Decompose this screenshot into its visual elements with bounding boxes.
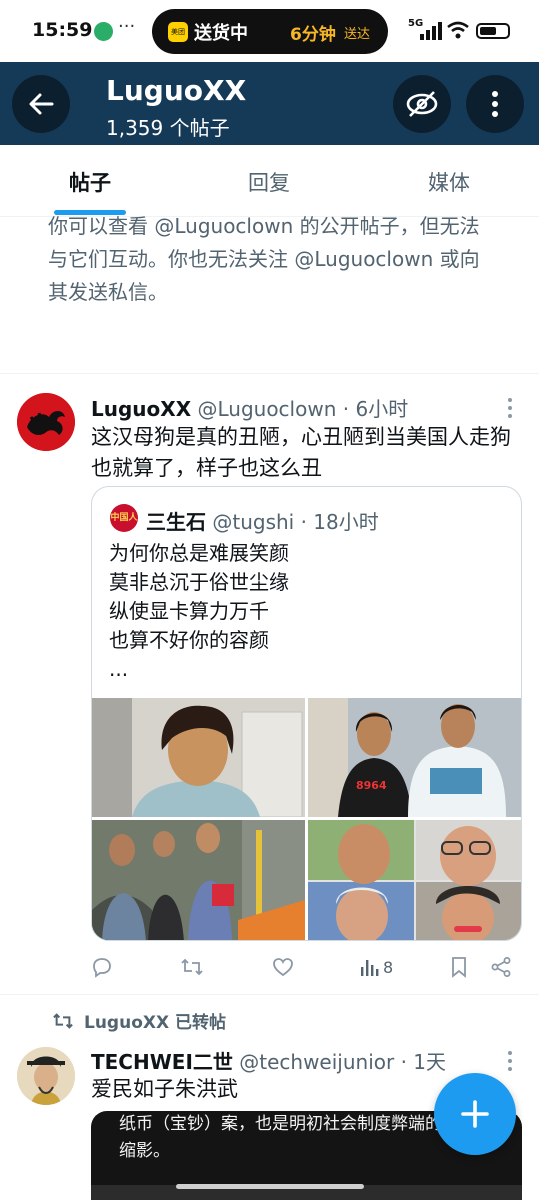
status-bar: 15:59 ··· 美团 送货中 6分钟 送达 5G xyxy=(0,0,539,62)
author-name[interactable]: TECHWEI二世 xyxy=(91,1050,233,1074)
post-count: 1,359 个帖子 xyxy=(106,116,230,140)
battery-icon xyxy=(476,23,510,39)
avatar[interactable] xyxy=(17,393,75,451)
share-icon xyxy=(491,957,511,977)
views-count: 8 xyxy=(383,957,394,977)
quoted-author-handle: @tugshi xyxy=(212,510,295,534)
tweet-more-icon[interactable] xyxy=(507,1051,513,1075)
tweet-time: · 1天 xyxy=(400,1050,447,1074)
repost-context[interactable]: LuguoXX 已转帖 xyxy=(52,1008,226,1033)
media-image[interactable] xyxy=(308,820,521,940)
author-handle[interactable]: @Luguoclown xyxy=(197,397,336,421)
quoted-text: 为何你总是难展笑颜 莫非总沉于俗世尘缘 纵使显卡算力万千 也算不好你的容颜 ..… xyxy=(109,539,509,684)
repost-label: LuguoXX 已转帖 xyxy=(84,1013,227,1033)
delivery-live-activity[interactable]: 美团 送货中 6分钟 送达 xyxy=(152,9,388,54)
system-indicators: 5G xyxy=(408,18,518,42)
shirt-text: 8964 xyxy=(356,779,387,792)
bookmark-button[interactable] xyxy=(449,952,469,982)
tweet-time: · 6小时 xyxy=(342,397,409,421)
home-indicator[interactable] xyxy=(176,1184,364,1189)
delivery-eta: 6分钟 xyxy=(290,25,336,45)
more-vertical-icon xyxy=(492,91,498,117)
media-image[interactable]: 8964 xyxy=(308,698,521,817)
quoted-time: · 18小时 xyxy=(300,510,379,534)
avatar[interactable] xyxy=(17,1047,75,1105)
author-handle[interactable]: @techweijunior xyxy=(239,1050,394,1074)
tweet-header: LuguoXX @Luguoclown · 6小时 xyxy=(91,393,408,422)
meituan-icon: 美团 xyxy=(168,22,188,42)
tweet-header: TECHWEI二世 @techweijunior · 1天 xyxy=(91,1046,446,1075)
quoted-line: 也算不好你的容颜 xyxy=(109,628,269,652)
hidden-content-button[interactable] xyxy=(393,75,451,133)
arrow-left-icon xyxy=(29,93,54,115)
share-button[interactable] xyxy=(490,952,512,982)
tweet-actions: 8 xyxy=(91,952,521,982)
media-grid: 8964 xyxy=(92,698,521,940)
page-title: LuguoXX xyxy=(106,74,247,107)
divider xyxy=(0,373,539,374)
repost-icon xyxy=(181,958,203,976)
compose-post-button[interactable] xyxy=(434,1073,516,1155)
repost-button[interactable] xyxy=(180,952,204,982)
quoted-author-name: 三生石 xyxy=(146,510,206,534)
like-button[interactable] xyxy=(272,952,294,982)
signal-icon xyxy=(420,22,446,40)
dragon-logo-icon xyxy=(17,393,75,451)
tab-replies[interactable]: 回复 xyxy=(248,167,290,197)
profile-header: LuguoXX 1,359 个帖子 xyxy=(0,62,539,145)
media-image[interactable] xyxy=(92,820,305,940)
plus-icon xyxy=(461,1100,489,1128)
tab-media[interactable]: 媒体 xyxy=(428,167,470,197)
status-time: 15:59 xyxy=(32,19,93,41)
heart-icon xyxy=(273,958,293,977)
delivery-eta-suffix: 送达 xyxy=(344,27,371,42)
emperor-portrait-icon xyxy=(17,1047,75,1105)
bookmark-icon xyxy=(452,957,466,978)
tweet-text: 爱民如子朱洪武 xyxy=(91,1077,238,1101)
reply-button[interactable] xyxy=(91,952,113,982)
tweet-more-icon[interactable] xyxy=(507,398,513,422)
quoted-line: 纵使显卡算力万千 xyxy=(109,599,269,623)
quoted-line: 莫非总沉于俗世尘缘 xyxy=(109,570,289,594)
media-caption: 纸币（宝钞）案，也是明初社会制度弊端的典型缩影。 xyxy=(119,1114,476,1161)
wechat-icon xyxy=(94,22,113,41)
media-image[interactable] xyxy=(92,698,305,817)
quoted-header: 三生石 @tugshi · 18小时 xyxy=(146,506,379,535)
profile-tabs: 帖子 回复 媒体 xyxy=(0,145,539,217)
privacy-notice: 你可以查看 @Luguoclown 的公开帖子，但无法与它们互动。你也无法关注 … xyxy=(48,214,480,304)
back-button[interactable] xyxy=(12,75,70,133)
wifi-icon xyxy=(447,21,469,39)
views-icon xyxy=(361,960,379,976)
quoted-tweet[interactable]: 中国人 三生石 @tugshi · 18小时 为何你总是难展笑颜 莫非总沉于俗世… xyxy=(91,486,522,941)
delivery-status: 送货中 xyxy=(194,23,248,44)
views-button[interactable]: 8 xyxy=(359,952,393,982)
tweet-text: 这汉母狗是真的丑陋，心丑陋到当美国人走狗也就算了，样子也这么丑 xyxy=(91,425,511,480)
more-options-button[interactable] xyxy=(466,75,524,133)
quoted-line: ... xyxy=(109,657,129,681)
divider xyxy=(0,994,539,995)
tab-posts[interactable]: 帖子 xyxy=(69,167,111,197)
author-name[interactable]: LuguoXX xyxy=(91,397,191,421)
eye-off-icon xyxy=(406,91,438,117)
reply-icon xyxy=(93,958,111,978)
avatar: 中国人 xyxy=(110,504,138,532)
repost-icon xyxy=(53,1013,73,1029)
more-notifications-icon: ··· xyxy=(118,16,136,37)
quoted-line: 为何你总是难展笑颜 xyxy=(109,541,289,565)
